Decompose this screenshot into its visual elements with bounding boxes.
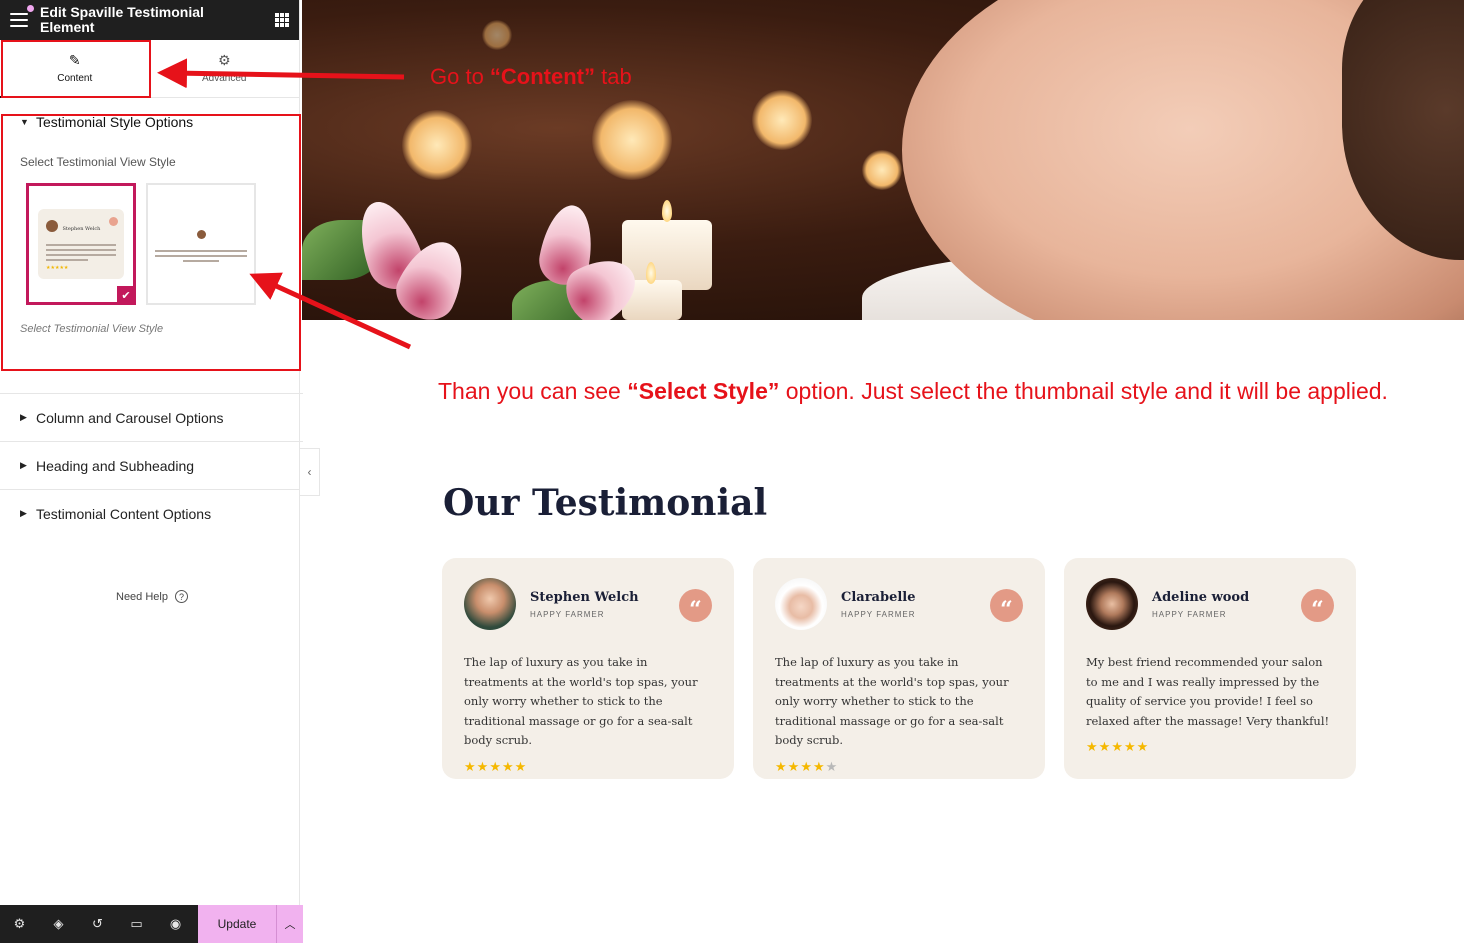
tab-advanced[interactable]: ⚙ Advanced (150, 40, 300, 97)
annotation-step-2: Than you can see “Select Style” option. … (438, 378, 1388, 405)
person-name: Clarabelle (841, 589, 916, 605)
avatar (464, 578, 516, 630)
section-title: Heading and Subheading (36, 457, 195, 474)
update-button[interactable]: Update (198, 905, 276, 943)
testimonial-heading: Our Testimonial (443, 482, 768, 524)
settings-icon[interactable]: ⚙ (0, 905, 39, 943)
star-empty-icon: ★ (825, 758, 839, 774)
avatar (775, 578, 827, 630)
annotation-text: option. Just select the thumbnail style … (779, 378, 1388, 404)
bokeh-light (752, 90, 812, 150)
avatar (1086, 578, 1138, 630)
caret-right-icon: ▶ (20, 508, 27, 518)
card-person: Adeline wood HAPPY FARMER (1152, 590, 1249, 619)
candle-flame (662, 200, 672, 222)
candle-flame (646, 262, 656, 284)
quote-icon: “ (1301, 589, 1334, 623)
gear-icon: ⚙ (217, 52, 231, 68)
panel-title: Edit Spaville Testimonial Element (40, 4, 204, 35)
menu-icon[interactable] (10, 13, 28, 27)
layers-icon[interactable]: ◈ (39, 905, 78, 943)
bokeh-light (482, 20, 512, 50)
star-icon: ★ (1086, 739, 1099, 754)
person-name: Stephen Welch (530, 589, 639, 605)
card-person: Stephen Welch HAPPY FARMER (530, 590, 639, 619)
star-icon: ★ (1098, 739, 1112, 754)
testimonial-text: The lap of luxury as you take in treatme… (775, 655, 1009, 747)
editor-bottombar: ⚙ ◈ ↺ ▭ ◉ Update ︿ (0, 905, 303, 943)
caret-right-icon: ▶ (20, 412, 27, 422)
star-icon: ★ (812, 758, 826, 774)
rating-stars: ★★★★★ (1086, 739, 1334, 755)
section-content-options[interactable]: ▶ Testimonial Content Options (0, 489, 303, 537)
star-icon: ★ (1123, 739, 1137, 754)
caret-right-icon: ▶ (20, 460, 27, 470)
star-icon: ★ (800, 758, 813, 774)
hero-spa-image (302, 0, 1464, 320)
annotation-bold: “Select Style” (627, 378, 780, 404)
star-icon: ★ (787, 758, 801, 774)
testimonial-text: My best friend recommended your salon to… (1086, 655, 1330, 728)
person-name: Adeline wood (1152, 589, 1250, 605)
preview-eye-icon[interactable]: ◉ (156, 905, 195, 943)
question-icon: ? (174, 590, 188, 603)
history-icon[interactable]: ↺ (78, 905, 117, 943)
testimonial-card: Stephen Welch HAPPY FARMER “ The lap of … (442, 558, 734, 779)
quote-icon: “ (990, 589, 1023, 623)
star-icon: ★ (775, 758, 788, 774)
bokeh-light (402, 110, 472, 180)
testimonial-card: Adeline wood HAPPY FARMER “ My best frie… (1064, 558, 1356, 779)
star-icon: ★ (489, 758, 502, 774)
need-help-link[interactable]: Need Help ? (116, 590, 188, 603)
need-help-label: Need Help (116, 590, 168, 603)
star-icon: ★ (1111, 739, 1124, 754)
card-header: Clarabelle HAPPY FARMER (775, 578, 1023, 630)
page: Edit Spaville Testimonial Element ✎ Cont… (0, 0, 1464, 943)
section-title: Column and Carousel Options (36, 409, 224, 426)
section-heading-subheading[interactable]: ▶ Heading and Subheading (0, 441, 303, 489)
annotation-text: Go to (430, 64, 490, 89)
responsive-icon[interactable]: ▭ (117, 905, 156, 943)
bokeh-light (592, 100, 672, 180)
chevron-up-icon[interactable]: ︿ (276, 905, 303, 943)
rating-stars: ★★★★★ (464, 759, 712, 775)
person-role: HAPPY FARMER (841, 609, 916, 619)
bokeh-light (862, 150, 902, 190)
quote-icon: “ (679, 589, 712, 623)
person-role: HAPPY FARMER (530, 609, 605, 619)
star-icon: ★ (514, 758, 528, 774)
annotation-step-1: Go to “Content” tab (430, 64, 632, 90)
annotation-bold: “Content” (489, 64, 596, 89)
highlight-content-tab (1, 40, 151, 98)
editor-topbar: Edit Spaville Testimonial Element (0, 0, 299, 40)
star-icon: ★ (1136, 739, 1150, 754)
card-person: Clarabelle HAPPY FARMER (841, 590, 916, 619)
collapse-panel-handle[interactable]: ‹ (300, 448, 320, 496)
tab-advanced-label: Advanced (202, 73, 247, 84)
widgets-grid-icon[interactable] (275, 13, 289, 27)
testimonial-card: Clarabelle HAPPY FARMER “ The lap of lux… (753, 558, 1045, 779)
star-icon: ★ (501, 758, 515, 774)
section-column-carousel[interactable]: ▶ Column and Carousel Options (0, 393, 303, 441)
testimonial-cards: Stephen Welch HAPPY FARMER “ The lap of … (442, 558, 1356, 779)
annotation-text: Than you can see (438, 378, 628, 404)
section-title: Testimonial Content Options (36, 505, 212, 522)
highlight-style-section (1, 114, 301, 371)
annotation-text: tab (595, 64, 632, 89)
notification-dot (27, 5, 34, 12)
rating-stars: ★★★★★ (775, 759, 1023, 775)
star-icon: ★ (464, 758, 477, 774)
card-header: Stephen Welch HAPPY FARMER (464, 578, 712, 630)
person-role: HAPPY FARMER (1152, 609, 1227, 619)
collapsed-sections: ▶ Column and Carousel Options ▶ Heading … (0, 393, 303, 537)
star-icon: ★ (476, 758, 490, 774)
card-header: Adeline wood HAPPY FARMER (1086, 578, 1334, 630)
testimonial-text: The lap of luxury as you take in treatme… (464, 655, 698, 747)
